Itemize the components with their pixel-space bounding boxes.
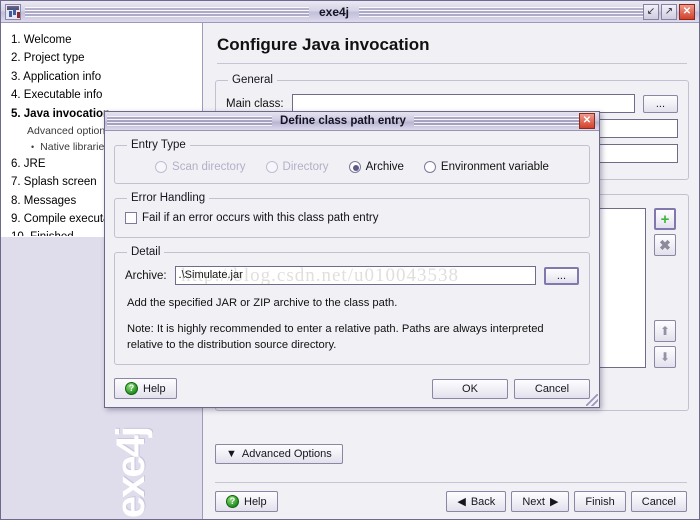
title-divider [217,63,687,64]
plus-glyph: + [661,212,670,227]
detail-description: Add the specified JAR or ZIP archive to … [127,295,577,354]
titlebar-groove-left [25,5,309,19]
radio-environment-variable[interactable]: Environment variable [424,161,549,173]
arrow-left-icon: ◀ [457,495,465,508]
advanced-options-row: ▼ Advanced Options [215,444,343,464]
radio-scan-directory[interactable]: Scan directory [155,161,246,173]
fail-on-error-checkbox-row[interactable]: Fail if an error occurs with this class … [125,212,378,224]
sidebar-item-welcome[interactable]: 1. Welcome [1,31,202,49]
archive-row: Archive: .\Simulate.jar ... [125,266,579,285]
move-up-icon[interactable]: ⬆ [654,320,676,342]
dialog-title: Define class path entry [272,115,414,127]
define-class-path-entry-dialog: Define class path entry ✕ Entry Type Sca… [104,111,600,408]
help-label: Help [244,496,267,508]
wizard-nav-buttons: ◀ Back Next ▶ Finish Cancel [446,491,687,512]
chevron-down-icon: ▼ [226,448,237,460]
detail-description-line-1: Add the specified JAR or ZIP archive to … [127,295,577,311]
radio-environment-variable-label: Environment variable [441,161,549,173]
close-icon[interactable]: ✕ [679,4,695,20]
main-class-browse-button[interactable]: ... [643,95,678,113]
sidebar-item-application-info[interactable]: 3. Application info [1,68,202,86]
exe4j-watermark-logo: exe4j [111,428,151,518]
entry-type-group: Entry Type Scan directory Directory Arch… [114,139,590,184]
classpath-toolbar: + ✖ ⬆ ⬇ [654,208,678,368]
archive-label: Archive: [125,270,167,282]
archive-browse-button[interactable]: ... [544,267,579,285]
sidebar-item-executable-info[interactable]: 4. Executable info [1,86,202,104]
cancel-button[interactable]: Cancel [631,491,687,512]
arrow-up-glyph: ⬆ [660,325,670,337]
maximize-icon[interactable]: ↗ [661,4,677,20]
remove-icon[interactable]: ✖ [654,234,676,256]
window-titlebar: exe4j ↙ ↗ ✕ [1,1,699,23]
wizard-footer: ? Help ◀ Back Next ▶ Finish [215,482,687,512]
error-handling-group: Error Handling Fail if an error occurs w… [114,192,590,238]
dialog-help-button[interactable]: ? Help [114,378,177,399]
finish-button[interactable]: Finish [574,491,625,512]
exe4j-main-window: exe4j ↙ ↗ ✕ 1. Welcome 2. Project type 3… [0,0,700,520]
dialog-body: Entry Type Scan directory Directory Arch… [105,131,599,372]
window-controls: ↙ ↗ ✕ [643,4,697,20]
dialog-close-icon[interactable]: ✕ [579,113,595,129]
minimize-icon[interactable]: ↙ [643,4,659,20]
dialog-titlebar: Define class path entry ✕ [105,112,599,131]
window-title: exe4j [309,5,359,19]
radio-directory-icon [266,161,278,173]
radio-environment-variable-icon [424,161,436,173]
next-button[interactable]: Next ▶ [511,491,569,512]
dialog-action-buttons: OK Cancel [432,379,590,399]
error-handling-legend: Error Handling [127,192,209,204]
fail-on-error-label: Fail if an error occurs with this class … [142,212,378,224]
radio-archive-icon [349,161,361,173]
dialog-groove-left [107,114,272,128]
radio-archive[interactable]: Archive [349,161,404,173]
footer-buttons-row: ? Help ◀ Back Next ▶ Finish [215,491,687,512]
move-down-icon[interactable]: ⬇ [654,346,676,368]
help-button[interactable]: ? Help [215,491,278,512]
arrow-down-glyph: ⬇ [660,351,670,363]
main-class-label: Main class: [226,98,284,110]
general-group-legend: General [228,74,277,86]
radio-scan-directory-label: Scan directory [172,161,246,173]
back-button[interactable]: ◀ Back [446,491,506,512]
dialog-help-label: Help [143,383,166,395]
add-icon[interactable]: + [654,208,676,230]
radio-archive-label: Archive [366,161,404,173]
toolbar-spacer [654,260,678,316]
dialog-cancel-button[interactable]: Cancel [514,379,590,399]
archive-input[interactable]: .\Simulate.jar [175,266,536,285]
dialog-window-controls: ✕ [579,113,597,129]
arrow-right-icon: ▶ [550,495,558,508]
radio-directory[interactable]: Directory [266,161,329,173]
titlebar-groove-right [359,5,643,19]
next-label: Next [522,496,545,508]
help-icon: ? [226,495,239,508]
dialog-footer: ? Help OK Cancel [105,372,599,407]
detail-description-line-2: Note: It is highly recommended to enter … [127,321,577,353]
app-window-icon [5,4,21,20]
page-title: Configure Java invocation [217,35,689,55]
advanced-options-button[interactable]: ▼ Advanced Options [215,444,343,464]
entry-type-legend: Entry Type [127,139,190,151]
advanced-options-label: Advanced Options [242,448,332,460]
footer-divider [215,482,687,483]
fail-on-error-checkbox-icon [125,212,137,224]
radio-directory-label: Directory [283,161,329,173]
entry-type-options: Scan directory Directory Archive Environ… [125,159,579,173]
dialog-groove-right [414,114,579,128]
detail-legend: Detail [127,246,164,258]
x-glyph: ✖ [659,238,671,252]
detail-group: Detail Archive: .\Simulate.jar ... Add t… [114,246,590,365]
dialog-help-icon: ? [125,382,138,395]
sidebar-item-project-type[interactable]: 2. Project type [1,49,202,67]
dialog-resize-grip[interactable] [586,394,598,406]
dialog-ok-button[interactable]: OK [432,379,508,399]
radio-scan-directory-icon [155,161,167,173]
back-label: Back [471,496,495,508]
